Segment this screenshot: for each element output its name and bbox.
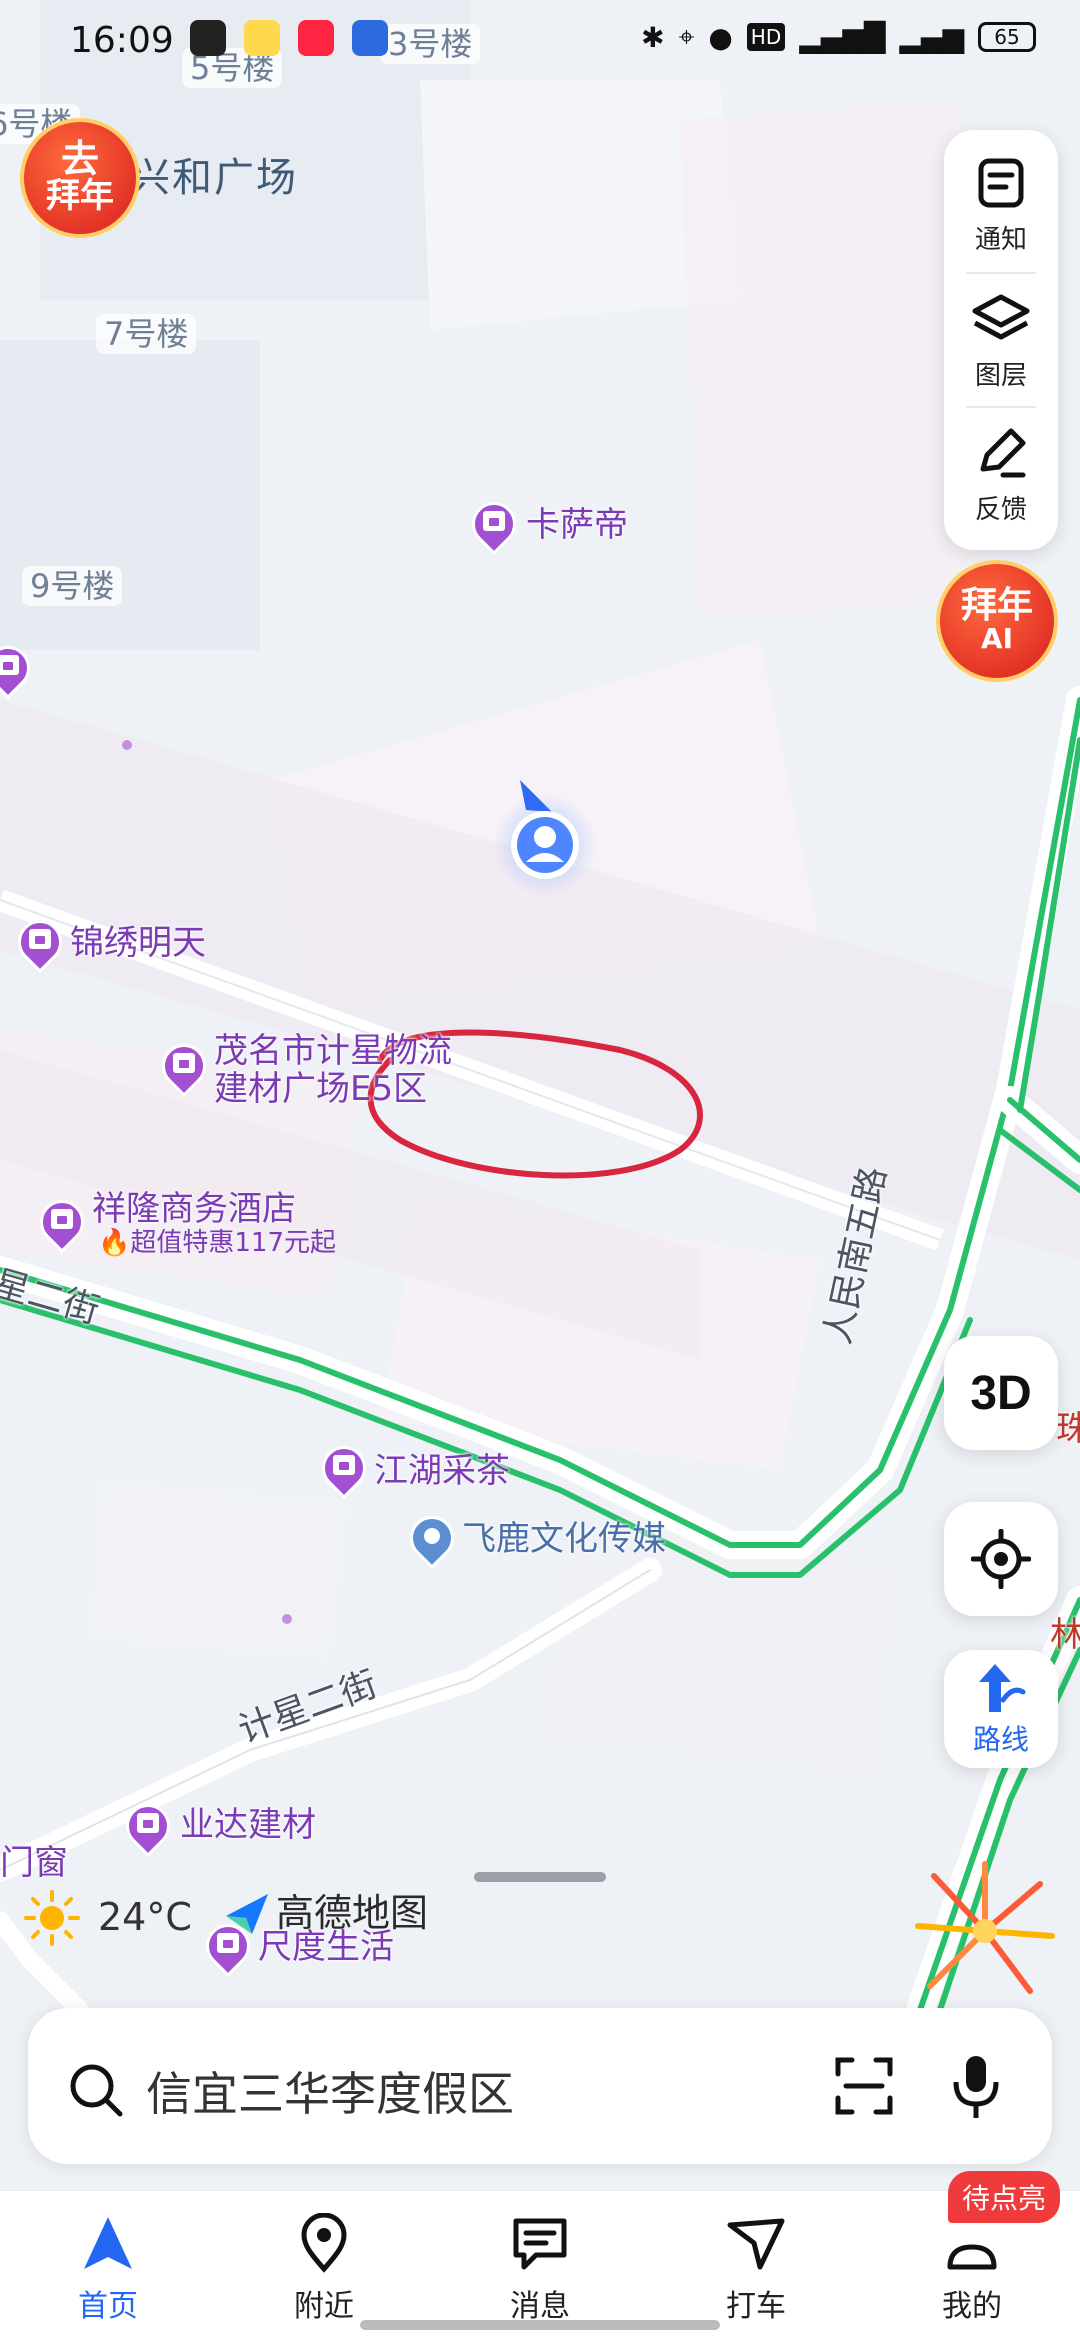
fire-icon: 🔥 <box>98 1228 131 1258</box>
home-indicator[interactable] <box>360 2320 720 2330</box>
company-pin-icon[interactable] <box>400 1506 464 1570</box>
bluetooth-icon: ✱ <box>641 20 665 54</box>
amap-logo-icon <box>226 1894 268 1934</box>
notification-icons <box>190 20 388 56</box>
amap-brand: 高德地图 <box>276 1891 429 1935</box>
poi-label[interactable]: 门窗 <box>0 1846 68 1880</box>
notify-label: 通知 <box>974 224 1027 255</box>
map-tools-panel: 通知 图层 反馈 <box>944 130 1058 550</box>
tab-label: 首页 <box>78 2289 138 2324</box>
route-arrow-icon <box>979 1664 1026 1712</box>
poi-label[interactable]: 飞鹿文化传媒 <box>462 1522 666 1556</box>
3d-view-button[interactable]: 3D <box>944 1336 1058 1450</box>
status-bar: 16:09 ✱ ⌖ ● HD ▂▄▆█ ▂▄▆ 65 <box>0 0 1080 84</box>
building-label: 9号楼 <box>22 566 123 606</box>
sheet-handle[interactable] <box>474 1872 606 1882</box>
profile-badge: 待点亮 <box>948 2171 1061 2223</box>
notify-button[interactable]: 通知 <box>944 140 1058 270</box>
map-base-layer <box>0 0 1080 2010</box>
tab-label: 我的 <box>942 2289 1002 2324</box>
firework-icon <box>915 1861 1055 1994</box>
feedback-button[interactable]: 反馈 <box>944 410 1058 540</box>
poi-label[interactable]: 祥隆商务酒店 <box>92 1192 296 1226</box>
bottom-tab-bar: 首页 附近 消息 打车 我的 待点亮 <box>0 2171 1080 2340</box>
taxi-icon <box>727 2218 785 2270</box>
new-year-ai-badge[interactable]: 拜年 AI <box>936 560 1058 682</box>
store-pin-icon[interactable] <box>116 1794 180 1858</box>
poi-label[interactable]: 尺度生活 <box>258 1930 394 1964</box>
poi-label[interactable]: 业达建材 <box>180 1808 316 1842</box>
baidu-icon <box>352 20 388 56</box>
tab-nearby[interactable]: 附近 <box>254 2191 394 2340</box>
location-icon: ⌖ <box>678 20 695 53</box>
tab-label: 附近 <box>294 2289 354 2324</box>
message-icon <box>513 2218 567 2270</box>
poi-label[interactable]: 茂名市计星物流 <box>214 1034 452 1068</box>
location-pin-icon <box>301 2213 347 2273</box>
layers-label: 图层 <box>974 360 1027 391</box>
store-pin-icon[interactable] <box>8 910 72 974</box>
route-button[interactable]: 路线 <box>944 1650 1058 1768</box>
sun-icon <box>24 1890 80 1946</box>
tab-home[interactable]: 首页 <box>38 2191 178 2340</box>
map-dot <box>282 1614 292 1624</box>
listen-app-icon <box>190 20 226 56</box>
edit-pencil-icon <box>980 428 1026 477</box>
status-time: 16:09 <box>70 20 174 61</box>
layers-icon <box>972 294 1030 339</box>
poi-label[interactable]: 卡萨帝 <box>526 508 628 542</box>
divider <box>966 272 1036 274</box>
xiaohongshu-icon <box>298 20 334 56</box>
feedback-label: 反馈 <box>974 494 1027 525</box>
my-location-icon[interactable] <box>490 770 600 900</box>
poi-label[interactable]: 林 <box>1050 1618 1080 1652</box>
poi-label-line2[interactable]: 建材广场E5区 <box>214 1072 427 1106</box>
tab-label: 消息 <box>510 2289 570 2324</box>
store-pin-icon[interactable] <box>152 1034 216 1098</box>
store-pin-icon[interactable] <box>462 492 526 556</box>
route-label: 路线 <box>972 1723 1029 1756</box>
hotel-pin-icon[interactable] <box>30 1190 94 1254</box>
tab-taxi[interactable]: 打车 <box>686 2191 826 2340</box>
weather-temp: 24°C <box>98 1895 192 1939</box>
search-icon <box>70 2064 123 2117</box>
notification-doc-icon <box>978 158 1024 207</box>
crosshair-icon <box>971 1529 1031 1589</box>
navigation-arrow-icon <box>84 2217 132 2269</box>
area-label: 兴和广场 <box>130 155 298 201</box>
battery-icon: 65 <box>978 22 1036 52</box>
hd-icon: HD <box>746 23 786 51</box>
signal-4g-icon: ▂▄▆█ <box>799 20 886 54</box>
locate-button[interactable] <box>944 1502 1058 1616</box>
signal-4g-icon: ▂▄▆ <box>899 20 964 54</box>
search-bar[interactable]: 信宜三华李度假区 <box>28 2008 1052 2164</box>
scan-icon[interactable] <box>832 2054 896 2118</box>
3d-label: 3D <box>970 1366 1032 1420</box>
search-input[interactable]: 信宜三华李度假区 <box>146 2058 514 2124</box>
tab-messages[interactable]: 消息 <box>470 2191 610 2340</box>
divider <box>966 406 1036 408</box>
new-year-badge[interactable]: 去 拜年 <box>20 118 140 238</box>
poi-label[interactable]: 珠 <box>1056 1412 1080 1446</box>
poi-label[interactable]: 锦绣明天 <box>70 926 206 960</box>
tab-profile[interactable]: 我的 待点亮 <box>902 2171 1061 2340</box>
rabbit-app-icon <box>244 20 280 56</box>
map-canvas[interactable]: 5号楼 6号楼 7号楼 9号楼 3号楼 兴和广场 卡萨帝 锦绣明天 茂名市计星物… <box>0 0 1080 2010</box>
building-label: 7号楼 <box>96 314 197 354</box>
poi-label[interactable]: 江湖采茶 <box>374 1454 510 1488</box>
map-dot <box>122 740 132 750</box>
mic-icon: ● <box>708 20 733 54</box>
tab-label: 打车 <box>726 2289 786 2324</box>
system-icons: ✱ ⌖ ● HD ▂▄▆█ ▂▄▆ 65 <box>641 20 1036 54</box>
store-pin-icon[interactable] <box>312 1436 376 1500</box>
hotel-promo: 🔥超值特惠117元起 <box>98 1228 337 1258</box>
microphone-icon[interactable] <box>946 2052 1006 2122</box>
store-pin-icon[interactable] <box>0 636 40 700</box>
layers-button[interactable]: 图层 <box>944 276 1058 406</box>
